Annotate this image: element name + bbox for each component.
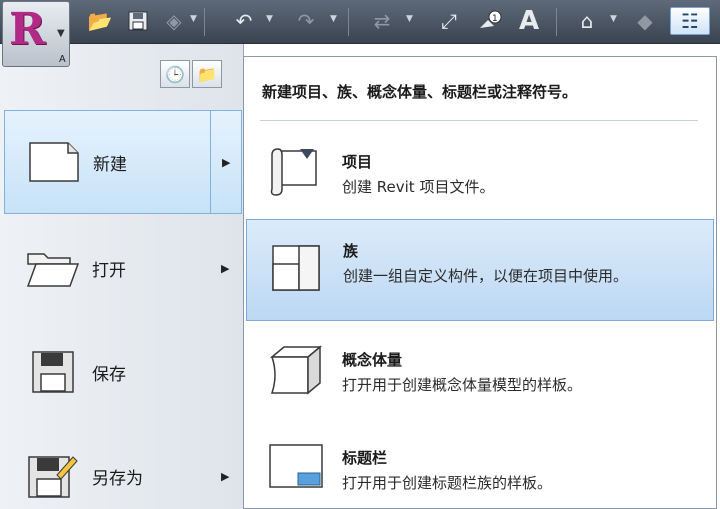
text-icon[interactable]: A: [512, 6, 546, 36]
submenu-item-title-block[interactable]: 标题栏 打开用于创建标题栏族的样板。: [246, 427, 714, 507]
keytip-label: A: [59, 54, 66, 65]
tag-icon[interactable]: 1: [474, 7, 506, 35]
switch-windows-icon[interactable]: ☷: [670, 7, 710, 35]
recent-open-documents-row: 🕒 📁: [160, 60, 222, 88]
toolbar-separator: [348, 8, 349, 36]
submenu-divider: [260, 120, 698, 121]
submenu-arrow-icon: ▶: [221, 261, 230, 275]
menu-label: 另存为: [92, 468, 143, 489]
new-document-icon: [27, 140, 81, 184]
menu-label: 打开: [92, 260, 126, 281]
submenu-arrow-icon: ▶: [222, 155, 231, 169]
undo-dropdown-icon[interactable]: ▼: [266, 14, 273, 24]
menu-item-save[interactable]: 保存: [4, 320, 242, 424]
redo-dropdown-icon[interactable]: ▼: [330, 14, 337, 24]
sync-icon[interactable]: ◈: [160, 7, 188, 35]
toolbar-separator: [204, 8, 205, 36]
submenu-header: 新建项目、族、概念体量、标题栏或注释符号。: [262, 83, 578, 101]
recent-documents-icon[interactable]: 🕒: [160, 60, 190, 88]
menu-item-save-as[interactable]: 另存为 ▶: [4, 424, 242, 509]
submenu-item-project[interactable]: 项目 创建 Revit 项目文件。: [246, 131, 714, 215]
save-icon[interactable]: [124, 7, 152, 35]
submenu-item-conceptual-mass[interactable]: 概念体量 打开用于创建概念体量模型的样板。: [246, 327, 714, 417]
svg-text:1: 1: [492, 14, 498, 24]
new-submenu: 新建项目、族、概念体量、标题栏或注释符号。 项目 创建 Revit 项目文件。 …: [243, 56, 717, 509]
sync-dropdown-icon[interactable]: ▼: [190, 14, 197, 24]
save-as-icon: [26, 454, 80, 498]
application-button[interactable]: R ▼ A: [2, 1, 70, 67]
3d-view-dropdown-icon[interactable]: ▼: [610, 14, 617, 24]
redo-icon[interactable]: ↷: [290, 7, 322, 35]
undo-icon[interactable]: ↶: [228, 7, 260, 35]
menu-label: 保存: [92, 364, 126, 385]
submenu-description: 打开用于创建概念体量模型的样板。: [342, 376, 583, 394]
menu-item-open[interactable]: 打开 ▶: [4, 216, 242, 320]
revit-logo-icon: R: [9, 4, 46, 55]
split-divider: [210, 111, 211, 213]
section-icon[interactable]: ◆: [630, 7, 660, 35]
open-documents-icon[interactable]: 📁: [192, 60, 222, 88]
menu-item-new[interactable]: 新建 ▶: [4, 110, 242, 214]
project-template-icon: [268, 145, 326, 201]
align-dropdown-icon[interactable]: ▼: [406, 14, 413, 24]
menu-label: 新建: [93, 154, 127, 175]
open-folder-icon: [26, 246, 80, 290]
submenu-item-family[interactable]: 族 创建一组自定义构件，以便在项目中使用。: [246, 219, 714, 321]
save-disk-icon: [26, 350, 80, 394]
application-menu: 🕒 📁 新建 ▶ 打开 ▶ 保存 另存为 ▶: [0, 44, 244, 509]
submenu-arrow-icon: ▶: [221, 469, 230, 483]
3d-view-icon[interactable]: ⌂: [570, 7, 604, 35]
submenu-title: 标题栏: [342, 449, 388, 467]
align-icon[interactable]: ⇄: [364, 7, 400, 35]
submenu-description: 创建一组自定义构件，以便在项目中使用。: [343, 267, 629, 285]
quick-access-toolbar: 📂 ◈ ▼ ↶ ▼ ↷ ▼ ⇄ ▼ ⤢ 1 A ⌂ ▼ ◆ ☷: [0, 0, 720, 44]
title-block-icon: [268, 443, 326, 499]
submenu-title: 项目: [342, 153, 373, 171]
submenu-title: 族: [343, 242, 359, 260]
open-icon[interactable]: 📂: [86, 7, 114, 35]
submenu-title: 概念体量: [342, 351, 403, 369]
toolbar-separator: [556, 8, 557, 36]
family-icon: [269, 242, 327, 298]
chevron-down-icon: ▼: [57, 28, 65, 39]
conceptual-mass-icon: [268, 343, 326, 399]
measure-icon[interactable]: ⤢: [432, 7, 466, 35]
submenu-description: 打开用于创建标题栏族的样板。: [342, 474, 553, 492]
submenu-description: 创建 Revit 项目文件。: [342, 178, 495, 196]
